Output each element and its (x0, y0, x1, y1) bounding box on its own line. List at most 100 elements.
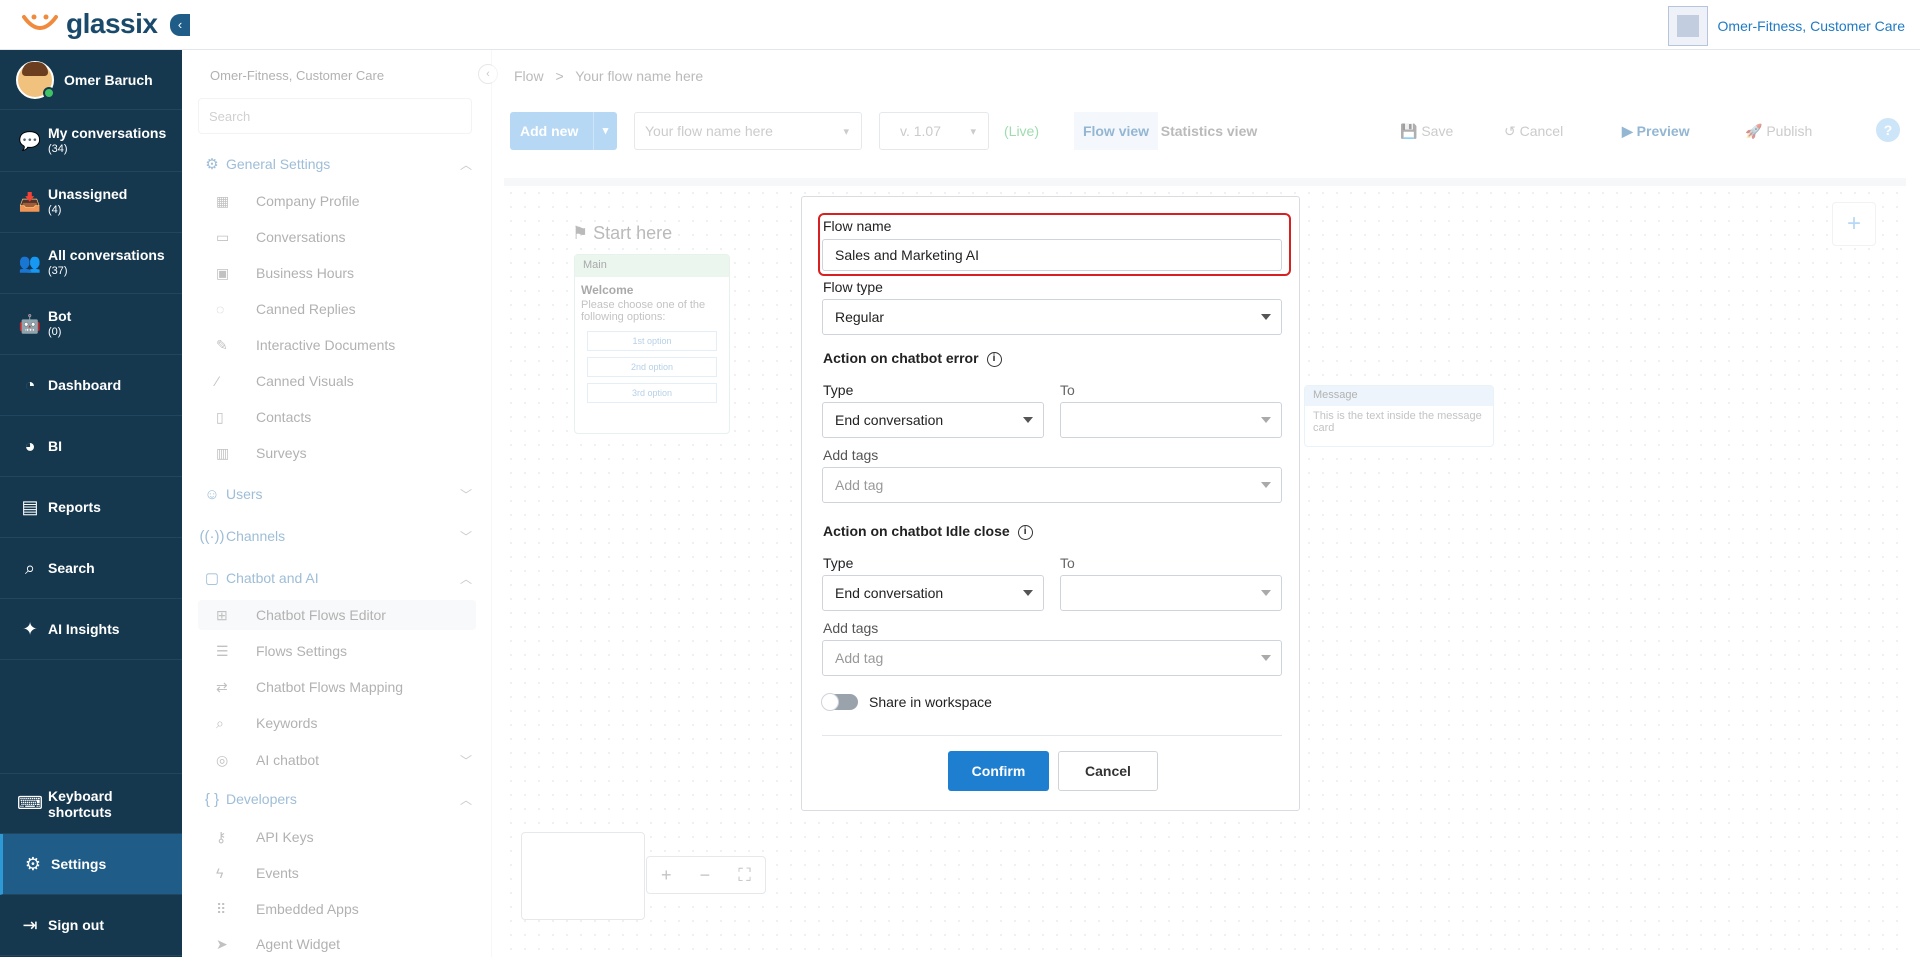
add-node-button[interactable]: + (1832, 202, 1876, 246)
toggle-knob (821, 693, 839, 711)
idle-tags-input[interactable]: Add tag (822, 640, 1282, 676)
section-general-settings[interactable]: ⚙ General Settings ︿ (198, 149, 476, 179)
settings-item-contacts[interactable]: ▯ Contacts (198, 402, 476, 432)
start-here-text: Start here (593, 223, 673, 243)
zoom-in-icon[interactable]: + (661, 865, 672, 886)
minimap[interactable] (521, 832, 645, 920)
share-toggle[interactable] (821, 693, 858, 711)
cancel-edit-button[interactable]: ↺ Cancel (1504, 112, 1563, 150)
settings-item-business-hours[interactable]: ▣ Business Hours (198, 258, 476, 288)
settings-search-input[interactable]: Search (198, 98, 472, 134)
error-type-select[interactable]: End conversation (822, 402, 1044, 438)
fit-screen-icon[interactable]: ⛶ (738, 865, 751, 886)
breadcrumb-root[interactable]: Flow (514, 68, 544, 84)
section-users[interactable]: ☺ Users ﹀ (198, 479, 476, 509)
error-type-label: Type (823, 382, 854, 398)
save-button[interactable]: 💾 Save (1400, 112, 1453, 150)
nav-bot[interactable]: 🤖 Bot (0) (0, 294, 182, 355)
nav-label: Settings (51, 856, 107, 872)
zoom-out-icon[interactable]: − (700, 865, 711, 886)
settings-item-chatbot-flows-editor[interactable]: ⊞ Chatbot Flows Editor (198, 600, 476, 630)
tab-flow-view[interactable]: Flow view (1074, 112, 1158, 150)
settings-item-embedded-apps[interactable]: ⠿ Embedded Apps (198, 894, 476, 924)
main-card[interactable]: Main Welcome Please choose one of the fo… (574, 254, 730, 434)
settings-item-canned-visuals[interactable]: ⁄ Canned Visuals (198, 366, 476, 396)
add-new-button[interactable]: Add new ▾ (510, 112, 617, 150)
collapse-nav-button[interactable]: ‹ (170, 14, 190, 36)
help-button[interactable]: ? (1876, 118, 1900, 142)
idle-type-label: Type (823, 555, 854, 571)
nav-search[interactable]: ⌕ Search (0, 538, 182, 599)
error-to-select[interactable] (1060, 402, 1282, 438)
error-section-title: Action on chatbot error i (823, 350, 1002, 367)
section-label: Chatbot and AI (226, 570, 319, 586)
save-label: Save (1421, 123, 1454, 139)
settings-item-interactive-documents[interactable]: ✎ Interactive Documents (198, 330, 476, 360)
apps-grid-icon: ⠿ (216, 900, 227, 917)
nav-all-conversations[interactable]: 👥 All conversations (37) (0, 233, 182, 294)
publish-button[interactable]: 🚀 Publish (1745, 112, 1812, 150)
error-tags-input[interactable]: Add tag (822, 467, 1282, 503)
online-status-icon (43, 86, 55, 99)
flow-icon: ⊞ (216, 606, 228, 623)
info-icon[interactable]: i (1017, 524, 1033, 540)
idle-section-text: Action on chatbot Idle close (823, 523, 1010, 539)
cancel-button[interactable]: Cancel (1058, 751, 1158, 791)
settings-item-chatbot-flows-mapping[interactable]: ⇄ Chatbot Flows Mapping (198, 672, 476, 702)
confirm-button[interactable]: Confirm (948, 751, 1049, 791)
settings-item-conversations[interactable]: ▭ Conversations (198, 222, 476, 252)
settings-item-label: Flows Settings (256, 643, 348, 659)
message-card[interactable]: Message This is the text inside the mess… (1304, 385, 1494, 447)
option-button[interactable]: 2nd option (587, 357, 717, 377)
preview-button[interactable]: ▶ Preview (1622, 112, 1690, 150)
nav-sign-out[interactable]: ⇥ Sign out (0, 895, 182, 956)
nav-keyboard-shortcuts[interactable]: ⌨ Keyboard shortcuts (0, 773, 182, 834)
idle-to-select[interactable] (1060, 575, 1282, 611)
section-developers[interactable]: { } Developers ︿ (198, 784, 476, 814)
section-chatbot-and-ai[interactable]: ▢ Chatbot and AI ︿ (198, 563, 476, 593)
caret-down-icon (1023, 417, 1033, 423)
flow-type-select[interactable]: Regular (822, 299, 1282, 335)
user-profile[interactable]: Omer Baruch (0, 50, 182, 110)
workspace-selector[interactable]: Omer-Fitness, Customer Care (1667, 6, 1905, 46)
version-select[interactable]: v. 1.07 ▾ (879, 112, 989, 150)
nav-settings[interactable]: ⚙ Settings (0, 834, 182, 895)
add-new-label: Add new (520, 123, 579, 139)
tab-statistics-view[interactable]: Statistics view (1158, 112, 1260, 150)
settings-item-api-keys[interactable]: ⚷ API Keys (198, 822, 476, 852)
settings-item-agent-widget[interactable]: ➤ Agent Widget (198, 929, 476, 959)
nav-bi[interactable]: ◕ BI (0, 416, 182, 477)
pie-icon: ◕ (24, 435, 36, 456)
flow-select[interactable]: Your flow name here ▾ (634, 112, 862, 150)
chevron-down-icon[interactable]: ▾ (593, 112, 617, 150)
nav-my-conversations[interactable]: 💬 My conversations (34) (0, 111, 182, 172)
top-bar: glassix ‹ Omer-Fitness, Customer Care (0, 0, 1920, 50)
nav-ai-insights[interactable]: ✦ AI Insights (0, 599, 182, 660)
flow-name-input[interactable]: Sales and Marketing AI (822, 239, 1282, 271)
nav-reports[interactable]: ▤ Reports (0, 477, 182, 538)
nav-label: Keyboard shortcuts (48, 787, 113, 820)
settings-item-surveys[interactable]: ▥ Surveys (198, 438, 476, 468)
section-channels[interactable]: ((·)) Channels ﹀ (198, 521, 476, 551)
wand-icon: ⁄ (216, 373, 219, 389)
settings-item-flows-settings[interactable]: ☰ Flows Settings (198, 636, 476, 666)
mapping-icon: ⇄ (216, 678, 228, 695)
tags-placeholder: Add tag (835, 650, 884, 666)
info-icon[interactable]: i (986, 351, 1002, 367)
glassix-logo-icon (22, 14, 58, 30)
settings-item-events[interactable]: ϟ Events (198, 858, 476, 888)
settings-item-company-profile[interactable]: ▦ Company Profile (198, 186, 476, 216)
option-button[interactable]: 1st option (587, 331, 717, 351)
settings-item-ai-chatbot[interactable]: ◎ AI chatbot ﹀ (198, 745, 476, 775)
nav-dashboard[interactable]: ◔ Dashboard (0, 355, 182, 416)
logo[interactable]: glassix (20, 6, 158, 42)
flow-select-value: Your flow name here (645, 123, 773, 139)
nav-unassigned[interactable]: 📥 Unassigned (4) (0, 172, 182, 233)
idle-type-select[interactable]: End conversation (822, 575, 1044, 611)
option-button[interactable]: 3rd option (587, 383, 717, 403)
nav-label: BI (48, 438, 62, 454)
settings-item-keywords[interactable]: ⌕ Keywords (198, 708, 476, 738)
cancel-edit-label: Cancel (1519, 123, 1564, 139)
avatar (16, 60, 55, 99)
settings-item-canned-replies[interactable]: ◌ Canned Replies (198, 294, 476, 324)
